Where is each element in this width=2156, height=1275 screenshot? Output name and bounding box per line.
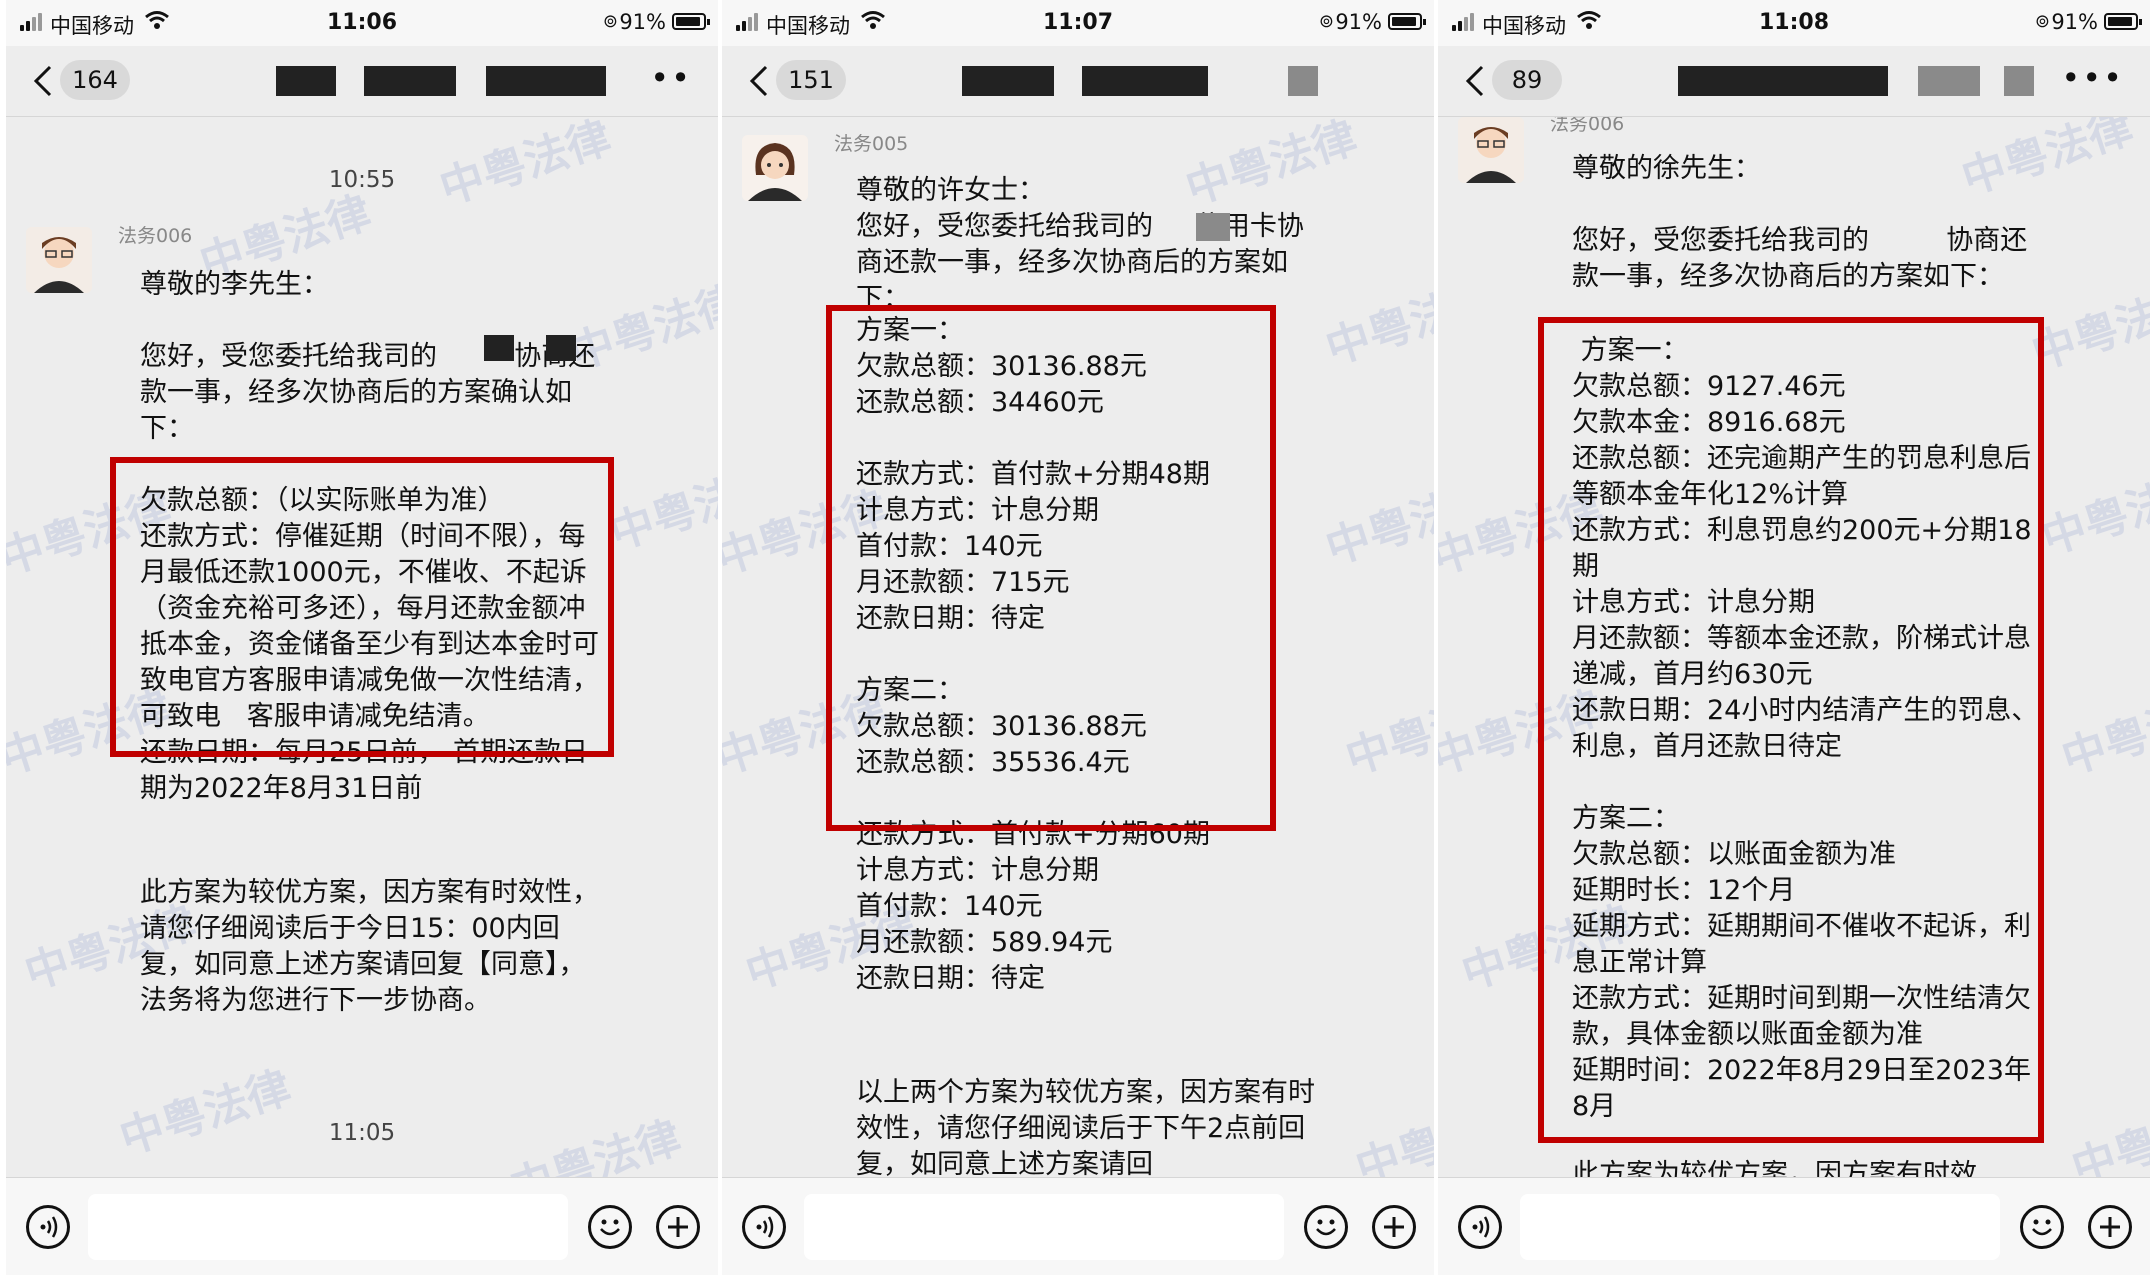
screenshot-collage: 中国移动 11:06 ⊚ 91% 164 •• 中粤法律 中粤法律 中粤法律 中… (0, 0, 2156, 1275)
message-intro: 您好，受您委托给我司的 协商还款一事，经多次协商后的方案确认如下： (140, 341, 596, 444)
redacted-title (2004, 66, 2034, 96)
phone-screen-2: 中国移动 11:07 ⊚ 91% 151 中粤法律 中粤法律 中粤法律 中粤法律… (722, 0, 1434, 1275)
back-chevron-icon[interactable] (1462, 64, 1490, 98)
battery-icon (2104, 13, 2142, 30)
watermark: 中粤法律 (2035, 461, 2150, 565)
chat-content[interactable]: 中粤法律 中粤法律 中粤法律 中粤法律 中粤法律 中粤法律 中粤法律 中粤法律 … (1438, 117, 2150, 1177)
sender-avatar[interactable] (1458, 117, 1524, 183)
chat-content[interactable]: 中粤法律 中粤法律 中粤法律 中粤法律 中粤法律 中粤法律 中粤法律 中粤法律 … (6, 117, 718, 1177)
rotation-lock-icon: ⊚ (1318, 11, 1334, 32)
message-intro: 您好，受您委托给我司的 协商还款一事，经多次协商后的方案如下： (1572, 225, 2028, 292)
watermark: 中粤法律 (603, 456, 718, 560)
message-input[interactable] (804, 1194, 1284, 1260)
message-greeting: 尊敬的徐先生： (1572, 153, 1761, 184)
rotation-lock-icon: ⊚ (602, 11, 618, 32)
highlight-box (110, 457, 614, 757)
emoji-icon[interactable] (588, 1205, 632, 1249)
message-greeting: 尊敬的李先生： (140, 269, 329, 300)
unread-count-badge[interactable]: 89 (1492, 60, 1562, 100)
sender-avatar[interactable] (26, 227, 92, 293)
watermark: 中粤法律 (1339, 681, 1434, 785)
battery-icon (1388, 13, 1426, 30)
battery-percent: 91% (1335, 10, 1382, 34)
unread-count-badge[interactable]: 151 (776, 60, 846, 100)
emoji-icon[interactable] (1304, 1205, 1348, 1249)
sender-name: 法务006 (118, 225, 193, 247)
watermark: 中粤法律 (2055, 681, 2150, 785)
watermark: 中粤法律 (113, 1061, 297, 1165)
voice-input-icon[interactable] (742, 1205, 786, 1249)
redacted-title (1678, 66, 1888, 96)
sender-name: 法务006 (1550, 117, 1625, 135)
redacted-title (364, 66, 456, 96)
watermark: 中粤法律 (1349, 1091, 1434, 1177)
chat-content[interactable]: 中粤法律 中粤法律 中粤法律 中粤法律 中粤法律 中粤法律 中粤法律 中粤法律 … (722, 117, 1434, 1177)
input-toolbar (1438, 1177, 2150, 1275)
voice-input-icon[interactable] (1458, 1205, 1502, 1249)
chat-header: 164 •• (6, 46, 718, 117)
redacted-title (1918, 66, 1980, 96)
input-toolbar (6, 1177, 718, 1275)
emoji-icon[interactable] (2020, 1205, 2064, 1249)
redacted-title (486, 66, 606, 96)
status-bar: 中国移动 11:08 ⊚ 91% (1438, 0, 2150, 46)
battery-icon (672, 13, 710, 30)
redacted-title (276, 66, 336, 96)
watermark: 中粤法律 (1319, 271, 1434, 375)
more-options-icon[interactable]: ••• (2061, 62, 2124, 94)
input-toolbar (722, 1177, 1434, 1275)
back-chevron-icon[interactable] (30, 64, 58, 98)
phone-screen-1: 中国移动 11:06 ⊚ 91% 164 •• 中粤法律 中粤法律 中粤法律 中… (6, 0, 718, 1275)
message-timestamp: 10:55 (328, 167, 396, 193)
status-bar: 中国移动 11:07 ⊚ 91% (722, 0, 1434, 46)
message-closing: 此方案为较优方案，因方案有时效性，请您仔细阅读后于今日15：00内回复，如同意上… (140, 877, 599, 1016)
watermark: 中粤法律 (2065, 1091, 2150, 1177)
message-closing: 以上两个方案为较优方案，因方案有时效性，请您仔细阅读后于下午2点前回复，如同意上… (856, 1077, 1315, 1177)
chat-header: 89 ••• (1438, 46, 2150, 117)
message-timestamp: 11:05 (328, 1120, 396, 1146)
more-options-icon[interactable]: •• (650, 62, 692, 94)
message-intro: 您好，受您委托给我司的 信用卡协商还款一事，经多次协商后的方案如下： (856, 211, 1304, 305)
status-bar: 中国移动 11:06 ⊚ 91% (6, 0, 718, 46)
sender-avatar[interactable] (742, 135, 808, 201)
redacted-title (1082, 66, 1208, 96)
redacted-text (1196, 213, 1230, 241)
add-more-icon[interactable] (2088, 1205, 2132, 1249)
message-input[interactable] (1520, 1194, 2000, 1260)
watermark: 中粤法律 (1319, 471, 1434, 575)
message-input[interactable] (88, 1194, 568, 1260)
rotation-lock-icon: ⊚ (2034, 11, 2050, 32)
back-chevron-icon[interactable] (746, 64, 774, 98)
chat-header: 151 (722, 46, 1434, 117)
redacted-title (962, 66, 1054, 96)
battery-percent: 91% (2051, 10, 2098, 34)
redacted-text (484, 335, 514, 361)
highlight-box (826, 305, 1276, 831)
sender-name: 法务005 (834, 133, 909, 155)
voice-input-icon[interactable] (26, 1205, 70, 1249)
battery-percent: 91% (619, 10, 666, 34)
add-more-icon[interactable] (1372, 1205, 1416, 1249)
redacted-text (546, 335, 576, 361)
message-closing: 此方案为较优方案，因方案有时效 (1572, 1159, 1977, 1177)
add-more-icon[interactable] (656, 1205, 700, 1249)
redacted-title (1288, 66, 1318, 96)
message-greeting: 尊敬的许女士： (856, 175, 1045, 206)
phone-screen-3: 中国移动 11:08 ⊚ 91% 89 ••• 中粤法律 中粤法律 中粤法律 中… (1438, 0, 2150, 1275)
highlight-box (1538, 317, 2044, 1143)
unread-count-badge[interactable]: 164 (60, 60, 130, 100)
